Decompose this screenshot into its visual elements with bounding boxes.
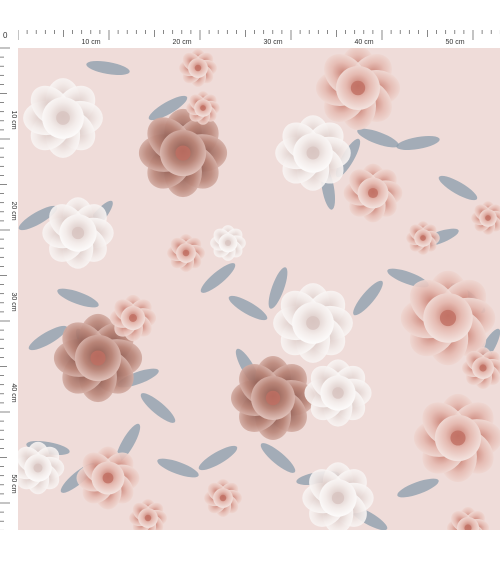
left-ruler-label-30: 30 cm xyxy=(10,292,18,312)
peony-flower xyxy=(231,356,315,440)
top-ruler-label-40: 40 cm xyxy=(354,39,374,46)
left-ruler-label-50: 50 cm xyxy=(10,474,18,494)
peony-flower xyxy=(42,197,114,269)
top-ruler-label-30: 30 cm xyxy=(263,39,283,46)
ruler-origin-label: 0 xyxy=(3,31,8,40)
peony-flower xyxy=(76,446,140,510)
left-ruler-label-10: 10 cm xyxy=(10,110,18,130)
peony-floral-print xyxy=(18,48,500,530)
top-ruler-label-20: 20 cm xyxy=(172,39,192,46)
top-ruler-label-50: 50 cm xyxy=(445,39,465,46)
peony-flower xyxy=(167,234,205,272)
left-ruler-ticks xyxy=(0,47,10,531)
fabric-sample-preview: 0 10 cm 20 cm 30 cm 40 cm 50 cm 10 cm 20… xyxy=(0,0,500,563)
left-ruler-label-20: 20 cm xyxy=(10,201,18,221)
left-ruler xyxy=(0,30,18,531)
left-ruler-label-40: 40 cm xyxy=(10,383,18,403)
floral-pattern-artwork xyxy=(18,48,500,530)
peony-flower xyxy=(186,91,220,125)
top-ruler-label-10: 10 cm xyxy=(81,39,101,46)
